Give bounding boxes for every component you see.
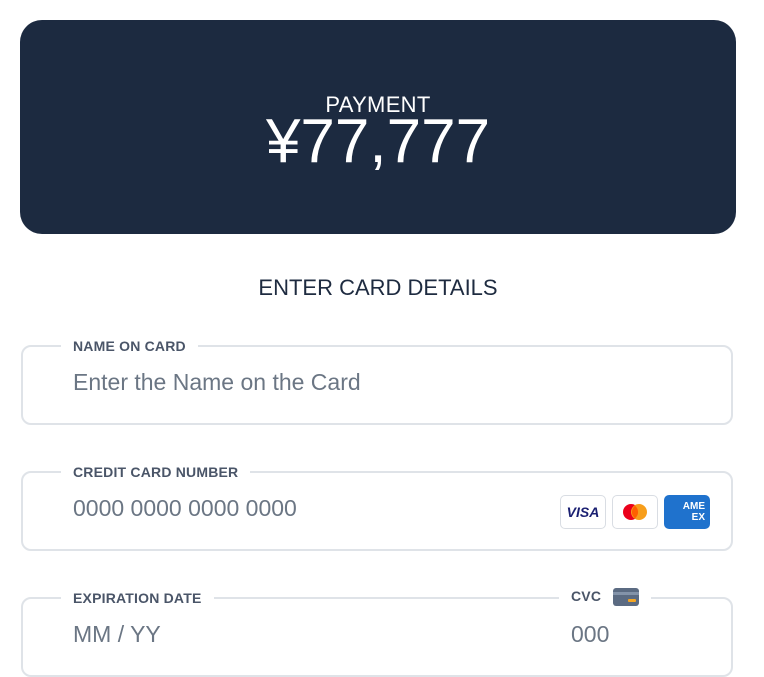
visa-icon: VISA	[560, 495, 606, 529]
credit-card-number-field[interactable]: CREDIT CARD NUMBER VISA AME EX	[21, 463, 733, 551]
name-on-card-label: NAME ON CARD	[61, 337, 198, 355]
credit-card-number-label: CREDIT CARD NUMBER	[61, 463, 251, 481]
cvc-label-wrapper: CVC	[559, 587, 652, 607]
name-on-card-input[interactable]	[73, 369, 513, 396]
credit-card-icon	[613, 588, 640, 607]
payment-banner: PAYMENT ¥77,777	[20, 20, 736, 234]
amex-label-top: AME	[682, 501, 705, 512]
payment-amount: ¥77,777	[265, 107, 491, 176]
credit-card-number-input[interactable]	[73, 495, 513, 522]
name-on-card-field[interactable]: NAME ON CARD	[21, 337, 733, 425]
cvc-input[interactable]	[571, 621, 691, 648]
amex-label-bottom: EX	[691, 512, 705, 523]
card-brand-logos: VISA AME EX	[560, 495, 710, 529]
expiration-cvc-field[interactable]: EXPIRATION DATE CVC	[21, 587, 733, 677]
mastercard-icon	[612, 495, 658, 529]
mastercard-circles	[623, 504, 647, 520]
amex-icon: AME EX	[664, 495, 710, 529]
cvc-label: CVC	[571, 588, 602, 604]
expiration-date-label: EXPIRATION DATE	[61, 589, 214, 607]
visa-label: VISA	[566, 504, 600, 520]
section-title: ENTER CARD DETAILS	[258, 275, 498, 300]
expiration-date-input[interactable]	[73, 621, 373, 648]
